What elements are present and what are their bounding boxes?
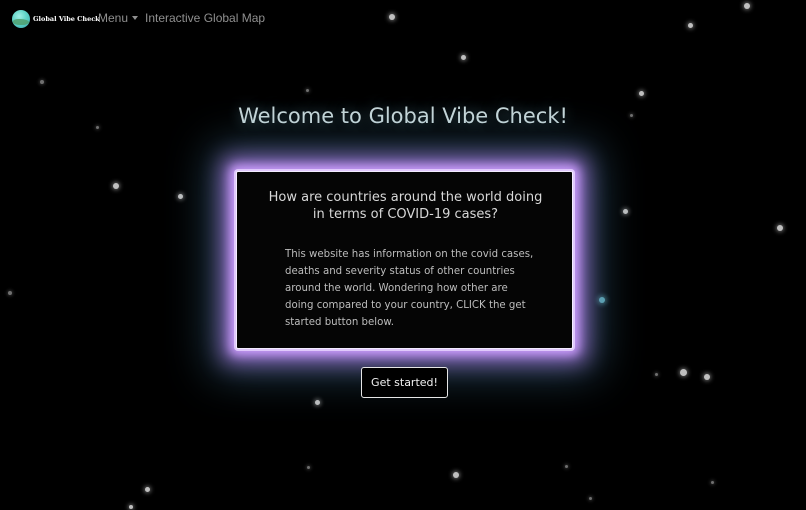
page-title: Welcome to Global Vibe Check! <box>238 104 568 128</box>
navbar: Global Vibe Check Menu Interactive Globa… <box>0 0 806 40</box>
get-started-button[interactable]: Get started! <box>361 367 448 398</box>
intro-question: How are countries around the world doing… <box>268 190 543 222</box>
star-decoration <box>777 225 783 231</box>
star-decoration <box>589 497 592 500</box>
star-decoration <box>145 487 150 492</box>
star-decoration <box>178 194 183 199</box>
star-decoration <box>315 400 320 405</box>
menu-dropdown[interactable]: Menu <box>98 11 139 25</box>
brand-name: Global Vibe Check <box>33 15 100 23</box>
star-decoration <box>113 183 119 189</box>
star-decoration <box>623 209 628 214</box>
star-decoration <box>639 91 644 96</box>
star-decoration <box>40 80 44 84</box>
intro-description: This website has information on the covi… <box>285 249 534 328</box>
star-decoration <box>461 55 466 60</box>
star-decoration <box>680 369 687 376</box>
menu-label: Menu <box>98 11 129 25</box>
star-decoration <box>711 481 714 484</box>
star-decoration <box>307 466 310 469</box>
intro-card: How are countries around the world doing… <box>236 171 573 349</box>
page-background: Global Vibe Check Menu Interactive Globa… <box>0 0 806 510</box>
globe-icon <box>12 10 30 28</box>
star-decoration <box>704 374 710 380</box>
brand-link[interactable]: Global Vibe Check <box>12 10 100 28</box>
star-decoration <box>306 89 309 92</box>
star-decoration <box>8 291 12 295</box>
star-decoration <box>453 472 459 478</box>
star-decoration <box>565 465 568 468</box>
star-decoration <box>129 505 133 509</box>
star-decoration <box>655 373 658 376</box>
nav-link-interactive-map[interactable]: Interactive Global Map <box>145 11 265 25</box>
star-decoration <box>599 297 605 303</box>
caret-down-icon <box>132 16 139 20</box>
